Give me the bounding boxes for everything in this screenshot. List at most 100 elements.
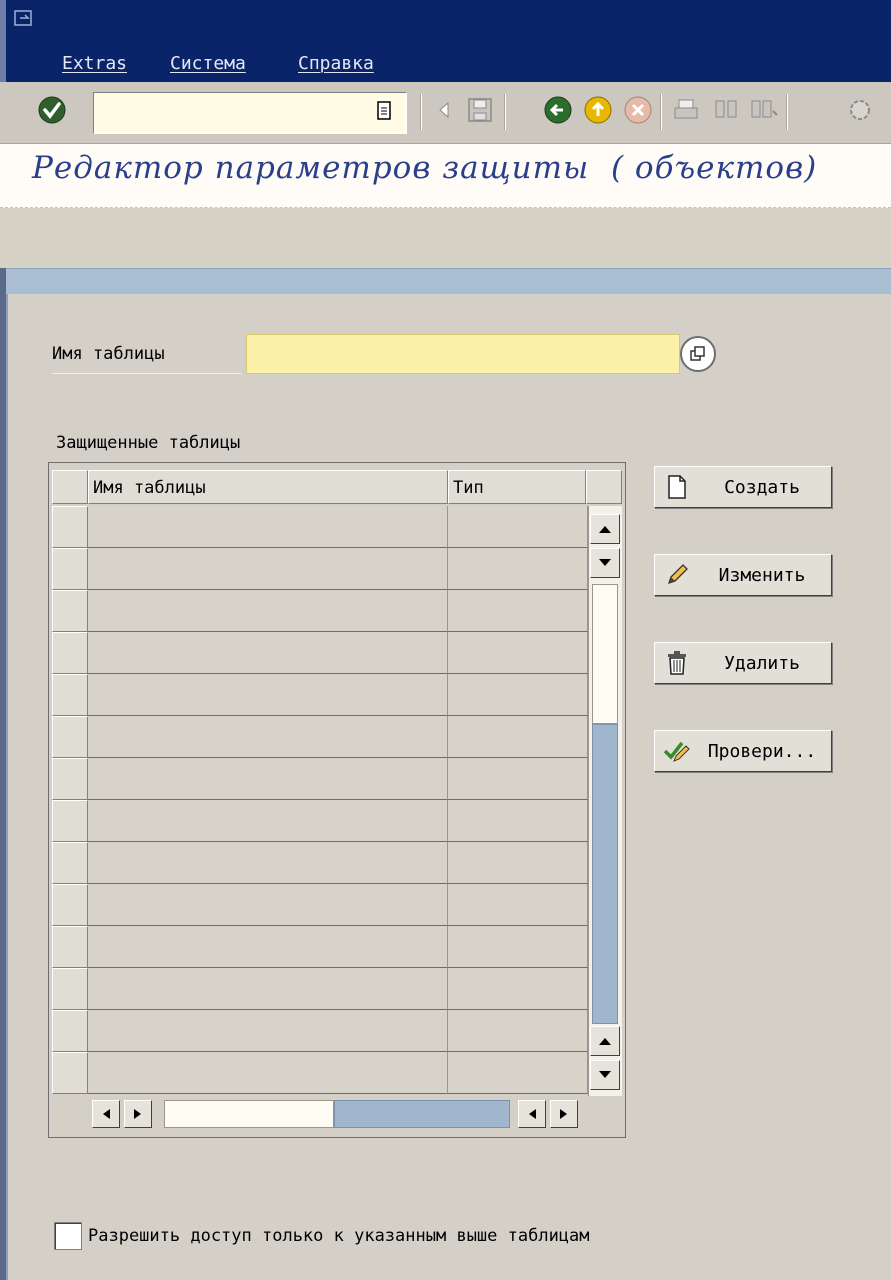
cell-table-name[interactable] <box>88 800 448 842</box>
create-button-label: Создать <box>724 476 800 498</box>
find-icon[interactable] <box>708 92 744 128</box>
up-arrow-icon <box>599 1038 611 1045</box>
row-selector[interactable] <box>52 590 88 632</box>
cell-table-name[interactable] <box>88 1010 448 1052</box>
cell-type[interactable] <box>448 632 588 674</box>
cell-table-name[interactable] <box>88 884 448 926</box>
select-all-button[interactable] <box>52 470 88 504</box>
row-selector[interactable] <box>52 968 88 1010</box>
cell-table-name[interactable] <box>88 716 448 758</box>
table-name-label: Имя таблицы <box>52 334 242 374</box>
restrict-access-checkbox[interactable] <box>54 1222 82 1250</box>
command-input[interactable] <box>94 93 406 133</box>
back-icon[interactable] <box>540 92 576 128</box>
cell-table-name[interactable] <box>88 674 448 716</box>
page-up-button[interactable] <box>590 1026 620 1056</box>
cell-type[interactable] <box>448 674 588 716</box>
horizontal-scroll-track[interactable] <box>164 1100 334 1128</box>
down-arrow-icon <box>599 559 611 566</box>
cell-type[interactable] <box>448 968 588 1010</box>
row-selector[interactable] <box>52 632 88 674</box>
cancel-icon[interactable] <box>620 92 656 128</box>
row-selector[interactable] <box>52 1010 88 1052</box>
cell-type[interactable] <box>448 1052 588 1094</box>
print-icon[interactable] <box>668 92 704 128</box>
cell-table-name[interactable] <box>88 1052 448 1094</box>
back-arrow-icon[interactable] <box>426 92 462 128</box>
save-icon[interactable] <box>462 92 498 128</box>
scroll-left-button[interactable] <box>518 1100 546 1128</box>
table-name-input[interactable] <box>247 335 679 373</box>
command-field[interactable] <box>93 92 407 134</box>
value-help-button[interactable] <box>680 336 716 372</box>
cell-type[interactable] <box>448 884 588 926</box>
scroll-right-button[interactable] <box>550 1100 578 1128</box>
enter-button[interactable] <box>34 92 70 128</box>
settings-icon[interactable] <box>840 92 880 128</box>
menu-extras[interactable]: Extras <box>62 50 146 78</box>
row-selector[interactable] <box>52 842 88 884</box>
left-arrow-icon <box>529 1109 536 1119</box>
find-next-icon[interactable] <box>746 92 782 128</box>
toolbar-separator <box>504 94 506 130</box>
row-selector[interactable] <box>52 506 88 548</box>
command-history-icon[interactable] <box>374 101 394 125</box>
row-selector[interactable] <box>52 800 88 842</box>
cell-type[interactable] <box>448 800 588 842</box>
cell-table-name[interactable] <box>88 506 448 548</box>
row-selector[interactable] <box>52 884 88 926</box>
cell-type[interactable] <box>448 758 588 800</box>
restrict-access-label: Разрешить доступ только к указанным выше… <box>88 1226 590 1246</box>
left-arrow-icon <box>103 1109 110 1119</box>
cell-type[interactable] <box>448 1010 588 1052</box>
page-title: Редактор параметров защиты ( объектов) <box>32 150 818 186</box>
cell-type[interactable] <box>448 926 588 968</box>
exit-icon[interactable] <box>580 92 616 128</box>
table-settings-button[interactable] <box>586 470 622 504</box>
menu-system[interactable]: Система <box>170 50 280 78</box>
row-selector[interactable] <box>52 1052 88 1094</box>
cell-type[interactable] <box>448 506 588 548</box>
horizontal-scroll-thumb[interactable] <box>334 1100 510 1128</box>
change-button-label: Изменить <box>718 564 806 586</box>
cell-table-name[interactable] <box>88 632 448 674</box>
scroll-down-button[interactable] <box>590 548 620 578</box>
delete-button[interactable]: Удалить <box>654 642 832 684</box>
row-selector[interactable] <box>52 926 88 968</box>
cell-type[interactable] <box>448 548 588 590</box>
cell-table-name[interactable] <box>88 842 448 884</box>
ok-icon <box>38 96 66 124</box>
cell-table-name[interactable] <box>88 548 448 590</box>
check-button[interactable]: Провери... <box>654 730 832 772</box>
cell-table-name[interactable] <box>88 758 448 800</box>
protected-tables-title: Защищенные таблицы <box>56 433 241 453</box>
row-selector[interactable] <box>52 716 88 758</box>
trash-icon <box>655 643 699 683</box>
scroll-thumb[interactable] <box>592 724 618 1024</box>
cell-type[interactable] <box>448 842 588 884</box>
scroll-left-button[interactable] <box>92 1100 120 1128</box>
menu-help[interactable]: Справка <box>298 50 408 78</box>
screen-divider <box>0 268 891 294</box>
column-header-table-name[interactable]: Имя таблицы <box>88 470 448 504</box>
column-header-type[interactable]: Тип <box>448 470 586 504</box>
create-button[interactable]: Создать <box>654 466 832 508</box>
page-down-button[interactable] <box>590 1060 620 1090</box>
cell-type[interactable] <box>448 716 588 758</box>
row-selector[interactable] <box>52 674 88 716</box>
cell-type[interactable] <box>448 590 588 632</box>
delete-button-label: Удалить <box>724 652 800 674</box>
cell-table-name[interactable] <box>88 590 448 632</box>
scroll-right-button[interactable] <box>124 1100 152 1128</box>
cell-table-name[interactable] <box>88 926 448 968</box>
window-menu-icon[interactable] <box>14 10 36 28</box>
row-selector[interactable] <box>52 548 88 590</box>
toolbar-separator <box>420 94 422 130</box>
table-name-field[interactable] <box>246 334 680 374</box>
scroll-up-button[interactable] <box>590 514 620 544</box>
row-selector[interactable] <box>52 758 88 800</box>
scroll-track[interactable] <box>592 584 618 724</box>
change-button[interactable]: Изменить <box>654 554 832 596</box>
new-document-icon <box>655 467 699 507</box>
cell-table-name[interactable] <box>88 968 448 1010</box>
